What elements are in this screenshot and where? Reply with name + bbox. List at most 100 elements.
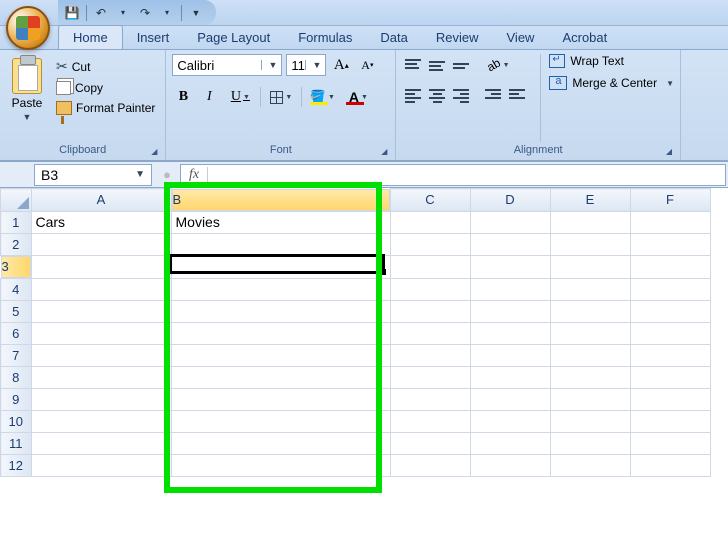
cell-F7[interactable] [630,344,710,366]
decrease-indent-button[interactable] [482,84,504,106]
cell-D1[interactable] [470,211,550,233]
cell-A12[interactable] [31,454,171,476]
cell-C7[interactable] [390,344,470,366]
col-header-C[interactable]: C [390,189,470,212]
cell-D10[interactable] [470,410,550,432]
align-right-button[interactable] [450,84,472,106]
cell-A11[interactable] [31,432,171,454]
format-painter-button[interactable]: Format Painter [52,99,159,117]
cell-D12[interactable] [470,454,550,476]
cell-B8[interactable] [171,366,390,388]
cell-E9[interactable] [550,388,630,410]
redo-button[interactable]: ↷ [135,3,155,23]
align-top-button[interactable] [402,54,424,76]
cell-B7[interactable] [171,344,390,366]
cell-E4[interactable] [550,278,630,300]
paste-button[interactable]: Paste ▼ [6,54,48,142]
cell-D4[interactable] [470,278,550,300]
cell-B3[interactable] [171,255,390,278]
increase-font-button[interactable]: A▴ [330,54,352,76]
increase-indent-button[interactable] [506,84,528,106]
font-size-select[interactable]: 11▼ [286,54,326,76]
cell-B11[interactable] [171,432,390,454]
row-header-11[interactable]: 11 [1,432,32,454]
cell-A3[interactable] [31,255,171,278]
cell-D5[interactable] [470,300,550,322]
tab-formulas[interactable]: Formulas [284,26,366,49]
cell-A4[interactable] [31,278,171,300]
row-header-7[interactable]: 7 [1,344,32,366]
cell-C1[interactable] [390,211,470,233]
cell-B10[interactable] [171,410,390,432]
bold-button[interactable]: B [172,86,194,108]
row-header-9[interactable]: 9 [1,388,32,410]
cell-F1[interactable] [630,211,710,233]
cell-A6[interactable] [31,322,171,344]
row-header-5[interactable]: 5 [1,300,32,322]
cell-D8[interactable] [470,366,550,388]
cell-D9[interactable] [470,388,550,410]
cell-C8[interactable] [390,366,470,388]
row-header-1[interactable]: 1 [1,211,32,233]
tab-view[interactable]: View [493,26,549,49]
cell-E8[interactable] [550,366,630,388]
cell-C5[interactable] [390,300,470,322]
align-left-button[interactable] [402,84,424,106]
cell-F3[interactable] [630,255,710,278]
font-color-button[interactable]: A▼ [342,86,374,108]
col-header-A[interactable]: A [31,189,171,212]
align-middle-button[interactable] [426,54,448,76]
cell-D3[interactable] [470,255,550,278]
cell-C10[interactable] [390,410,470,432]
col-header-F[interactable]: F [630,189,710,212]
cell-A1[interactable]: Cars [31,211,171,233]
cell-E11[interactable] [550,432,630,454]
row-header-3[interactable]: 3 [1,256,31,278]
font-name-select[interactable]: Calibri▼ [172,54,282,76]
cell-B12[interactable] [171,454,390,476]
cell-D2[interactable] [470,233,550,255]
wrap-text-button[interactable]: Wrap Text [549,54,674,68]
name-box[interactable]: B3▼ [34,164,152,186]
cell-E2[interactable] [550,233,630,255]
cell-B1[interactable]: Movies [171,211,390,233]
cell-E6[interactable] [550,322,630,344]
undo-dropdown[interactable]: ▾ [113,3,133,23]
row-header-12[interactable]: 12 [1,454,32,476]
row-header-10[interactable]: 10 [1,410,32,432]
cell-A8[interactable] [31,366,171,388]
align-bottom-button[interactable] [450,54,472,76]
cell-D11[interactable] [470,432,550,454]
row-header-8[interactable]: 8 [1,366,32,388]
col-header-D[interactable]: D [470,189,550,212]
cell-D6[interactable] [470,322,550,344]
copy-button[interactable]: Copy [52,79,159,97]
select-all-cell[interactable] [1,189,32,212]
cell-A7[interactable] [31,344,171,366]
tab-review[interactable]: Review [422,26,493,49]
cell-E7[interactable] [550,344,630,366]
col-header-E[interactable]: E [550,189,630,212]
cell-E5[interactable] [550,300,630,322]
row-header-4[interactable]: 4 [1,278,32,300]
cell-F6[interactable] [630,322,710,344]
row-header-2[interactable]: 2 [1,233,32,255]
cell-C11[interactable] [390,432,470,454]
office-button[interactable] [6,6,50,50]
cell-B9[interactable] [171,388,390,410]
tab-page-layout[interactable]: Page Layout [183,26,284,49]
cell-F12[interactable] [630,454,710,476]
underline-button[interactable]: U▼ [224,86,256,108]
border-button[interactable]: ▼ [265,86,297,108]
align-center-button[interactable] [426,84,448,106]
merge-center-button[interactable]: Merge & Center▼ [549,76,674,90]
tab-data[interactable]: Data [366,26,421,49]
formula-input[interactable]: fx [180,164,726,186]
qat-customize[interactable]: ▼ [186,3,206,23]
cell-B5[interactable] [171,300,390,322]
cell-E1[interactable] [550,211,630,233]
cell-C12[interactable] [390,454,470,476]
cell-C6[interactable] [390,322,470,344]
cell-C2[interactable] [390,233,470,255]
cell-F4[interactable] [630,278,710,300]
